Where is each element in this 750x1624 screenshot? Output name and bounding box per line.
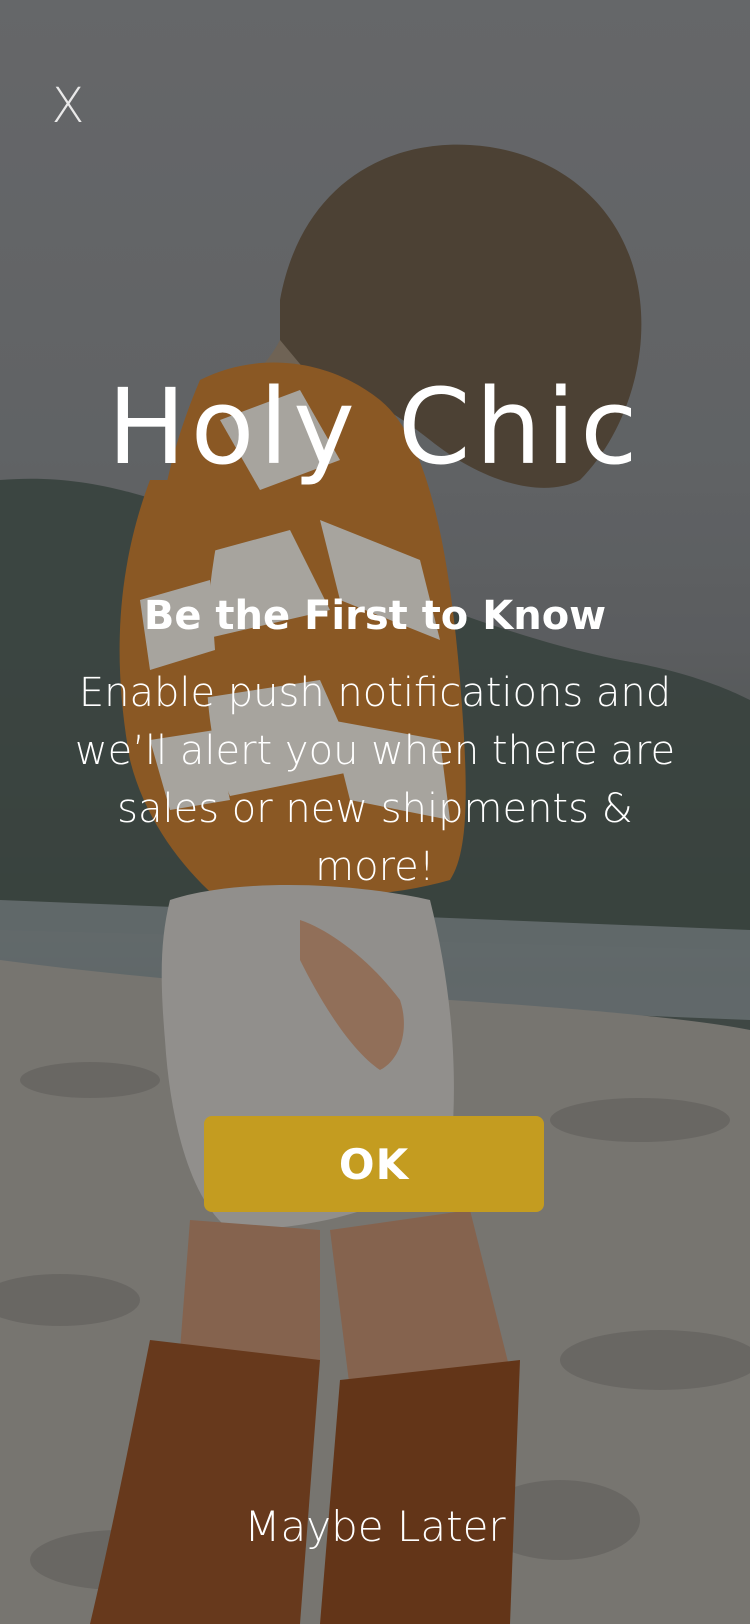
prompt-body: Enable push notifications and we’ll aler…	[74, 670, 676, 890]
brand-title: Holy Chic	[107, 366, 643, 488]
close-button[interactable]: X	[40, 78, 96, 134]
push-notification-prompt: X Holy Chic Be the First to Know Enable …	[0, 0, 750, 1624]
ok-button[interactable]: OK	[204, 1116, 544, 1212]
close-icon: X	[51, 78, 85, 134]
maybe-later-link[interactable]: Maybe Later	[0, 1502, 750, 1551]
prompt-headline: Be the First to Know	[143, 593, 607, 639]
ok-button-label: OK	[338, 1139, 410, 1189]
